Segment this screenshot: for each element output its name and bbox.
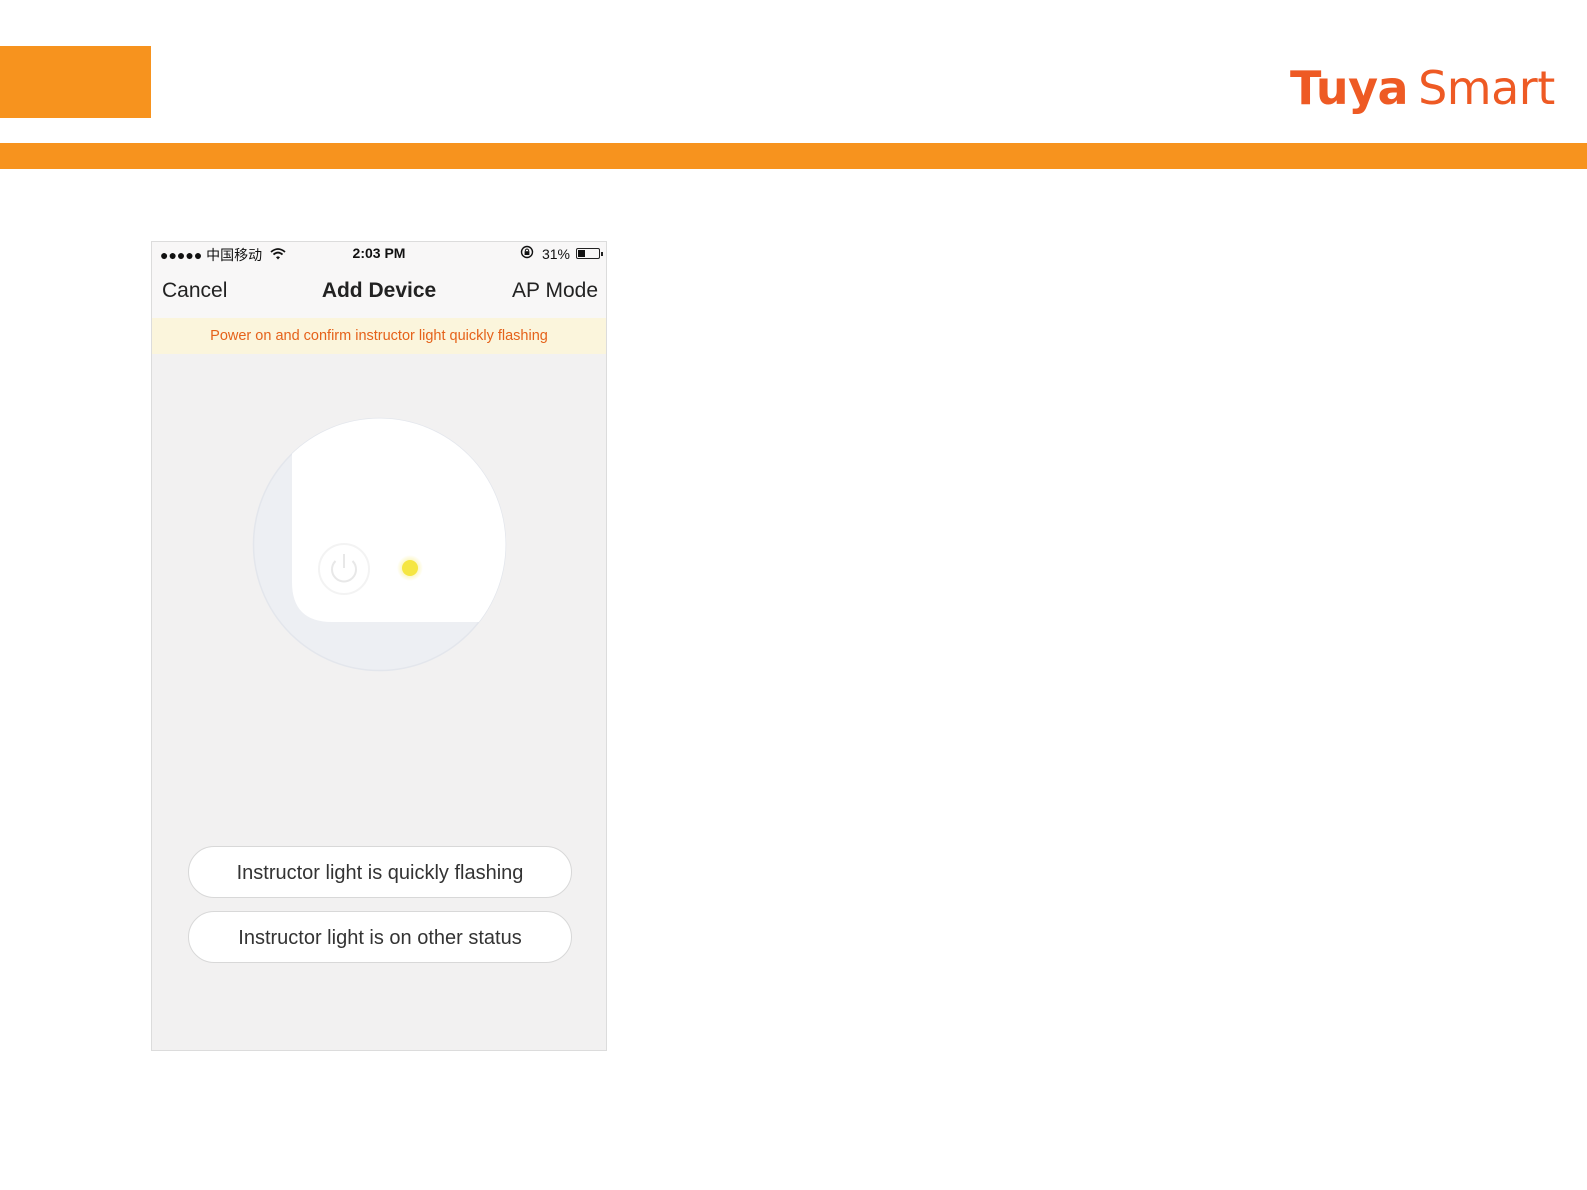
accent-bar (0, 143, 1587, 169)
light-flashing-button[interactable]: Instructor light is quickly flashing (188, 846, 572, 898)
battery-percent: 31% (541, 245, 570, 262)
device-illustration (252, 417, 507, 672)
brand-name-bold: Tuya (1290, 61, 1409, 115)
brand-name-light: Smart (1418, 61, 1555, 115)
light-other-status-button[interactable]: Instructor light is on other status (188, 911, 572, 963)
accent-block (0, 46, 151, 118)
battery-icon (576, 248, 603, 259)
rotation-lock-icon (520, 245, 534, 262)
brand-logo: Tuya Smart (1290, 58, 1555, 118)
nav-bar: Cancel Add Device AP Mode (152, 266, 606, 318)
ap-mode-button[interactable]: AP Mode (512, 279, 598, 303)
power-button-icon (318, 543, 370, 595)
indicator-light-icon (397, 555, 423, 581)
status-bar: ●●●●● 中国移动 2:03 PM 31% (152, 242, 606, 266)
phone-screenshot: ●●●●● 中国移动 2:03 PM 31% Cancel Add Device (151, 241, 607, 1051)
instruction-banner: Power on and confirm instructor light qu… (152, 318, 606, 354)
